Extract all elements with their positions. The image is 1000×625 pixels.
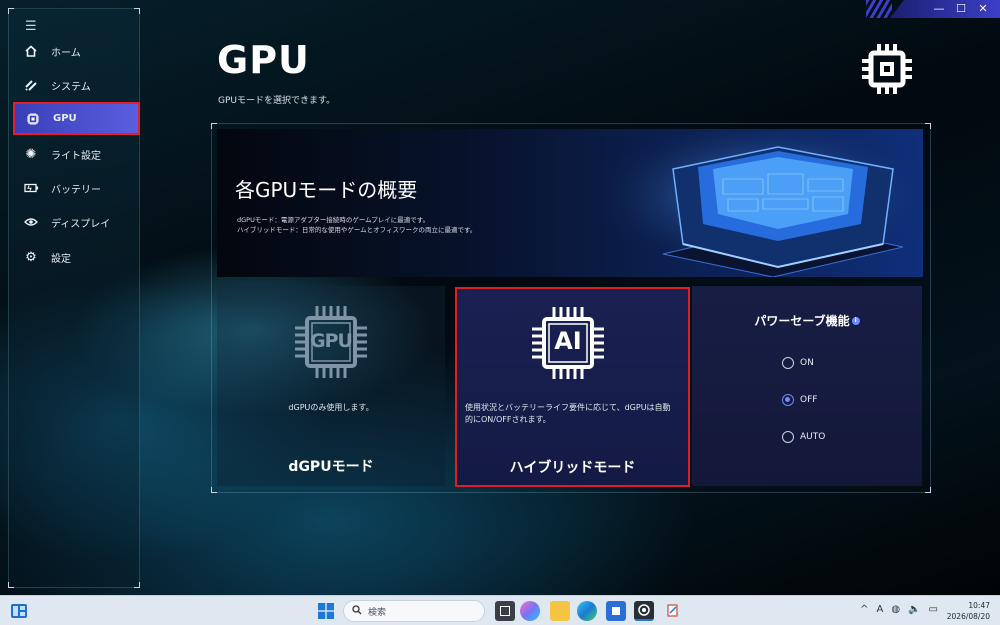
power-save-option-off[interactable]: OFF: [782, 394, 817, 406]
sidebar-item-battery[interactable]: バッテリー: [13, 173, 139, 203]
store-icon[interactable]: [606, 601, 626, 621]
chip-illustration: [603, 129, 923, 277]
task-view-icon[interactable]: [495, 601, 515, 621]
sidebar-item-label: ディスプレイ: [51, 218, 111, 230]
system-tray: ^ A ◍ 🔈 ▭: [860, 604, 938, 615]
sidebar-item-label: ホーム: [51, 47, 81, 59]
dgpu-description: dGPUのみ使用します。: [288, 403, 374, 412]
system-icon: [23, 77, 39, 93]
clock-time: 10:47: [968, 601, 990, 610]
power-save-card: パワーセーブ機能 i ON OFF AUTO: [692, 286, 922, 486]
gpu-control-app-icon[interactable]: [634, 601, 654, 621]
radio-label: AUTO: [800, 432, 826, 442]
windows-start-icon[interactable]: [318, 603, 334, 619]
widgets-icon[interactable]: [10, 602, 28, 620]
hybrid-mode-card[interactable]: AI 使用状況とバッテリーライフ要件に応じて、dGPUは自動的にON/OFFされ…: [455, 287, 690, 487]
page-subtitle: GPUモードを選択できます。: [218, 96, 336, 106]
chip-text: GPU: [310, 330, 353, 352]
banner-title: 各GPUモードの概要: [235, 178, 418, 202]
home-icon: [23, 43, 39, 59]
ai-chip-icon: AI: [530, 305, 606, 381]
edge-browser-icon[interactable]: [577, 601, 597, 621]
radio-label: ON: [800, 358, 814, 368]
page-title: GPU: [217, 38, 310, 82]
sidebar-item-system[interactable]: システム: [13, 70, 139, 100]
input-method-icon[interactable]: A: [877, 604, 884, 615]
taskbar-clock[interactable]: 10:47 2026/08/20: [947, 600, 990, 622]
banner-line-hybrid: ハイブリッドモード：日常的な使用やゲームとオフィスワークの両立に最適です。: [237, 226, 477, 234]
battery-status-icon[interactable]: ▭: [929, 604, 938, 615]
network-icon[interactable]: ◍: [891, 604, 900, 615]
taskbar-search[interactable]: 検索: [343, 600, 485, 622]
sidebar-item-label: GPU: [53, 113, 77, 124]
power-save-title: パワーセーブ機能 i: [692, 312, 922, 329]
sidebar: ☰ ホーム システム GPU ✺ ライト設定 バッテリー ディスプレイ ⚙ 設定: [8, 8, 140, 588]
search-icon: [352, 604, 362, 618]
sidebar-item-settings[interactable]: ⚙ 設定: [13, 242, 139, 272]
minimize-button[interactable]: —: [930, 1, 948, 17]
sidebar-item-label: バッテリー: [51, 184, 101, 196]
banner-line-dgpu: dGPUモード：電源アダプター接続時のゲームプレイに最適です。: [237, 216, 430, 224]
maximize-button[interactable]: ☐: [952, 1, 970, 17]
hamburger-icon[interactable]: ☰: [25, 19, 37, 34]
gpu-chip-icon: GPU: [293, 304, 369, 380]
file-explorer-icon[interactable]: [550, 601, 570, 621]
banner-description: dGPUモード：電源アダプター接続時のゲームプレイに最適です。 ハイブリッドモー…: [237, 215, 476, 235]
power-save-option-auto[interactable]: AUTO: [782, 431, 825, 443]
close-button[interactable]: ✕: [974, 1, 992, 17]
dgpu-mode-label: dGPUモード: [288, 459, 374, 475]
copilot-icon[interactable]: [520, 601, 540, 621]
display-icon: [23, 214, 39, 230]
power-save-title-text: パワーセーブ機能: [754, 314, 850, 328]
taskbar: 検索 ^ A ◍ 🔈 ▭ 10:47 2026/08/20: [0, 595, 1000, 625]
sidebar-item-label: 設定: [51, 253, 71, 265]
hybrid-description: 使用状況とバッテリーライフ要件に応じて、dGPUは自動的にON/OFFされます。: [465, 403, 671, 424]
hybrid-mode-label: ハイブリッドモード: [509, 460, 636, 476]
search-placeholder: 検索: [368, 607, 387, 618]
sidebar-item-label: システム: [51, 81, 91, 93]
radio-button[interactable]: [782, 357, 794, 369]
sidebar-item-label: ライト設定: [51, 150, 101, 162]
chip-text: AI: [554, 327, 582, 355]
sidebar-item-gpu[interactable]: GPU: [13, 102, 140, 135]
app-window: — ☐ ✕ ☰ ホーム システム GPU ✺ ライト設定 バッテリー ディスプレ…: [0, 0, 1000, 595]
radio-button[interactable]: [782, 394, 794, 406]
sidebar-item-display[interactable]: ディスプレイ: [13, 207, 139, 237]
window-controls: — ☐ ✕: [890, 0, 1000, 18]
overview-banner: 各GPUモードの概要 dGPUモード：電源アダプター接続時のゲームプレイに最適で…: [217, 129, 923, 277]
sidebar-item-home[interactable]: ホーム: [13, 36, 139, 66]
chip-icon: [25, 111, 41, 127]
radio-label: OFF: [800, 395, 818, 405]
power-save-option-on[interactable]: ON: [782, 357, 814, 369]
battery-icon: [23, 180, 39, 196]
gpu-chip-icon: [860, 42, 914, 96]
clock-date: 2026/08/20: [946, 612, 990, 621]
sidebar-item-light[interactable]: ✺ ライト設定: [13, 139, 139, 169]
dgpu-mode-card[interactable]: GPU dGPUのみ使用します。 dGPUモード: [217, 286, 445, 486]
snipping-tool-icon[interactable]: [663, 601, 683, 621]
info-icon[interactable]: i: [851, 317, 860, 325]
window-decoration: [866, 0, 892, 18]
gear-icon: ⚙: [25, 249, 37, 265]
radio-button[interactable]: [782, 431, 794, 443]
volume-icon[interactable]: 🔈: [908, 604, 920, 615]
show-hidden-icons-icon[interactable]: ^: [860, 604, 868, 615]
light-icon: ✺: [25, 146, 37, 162]
